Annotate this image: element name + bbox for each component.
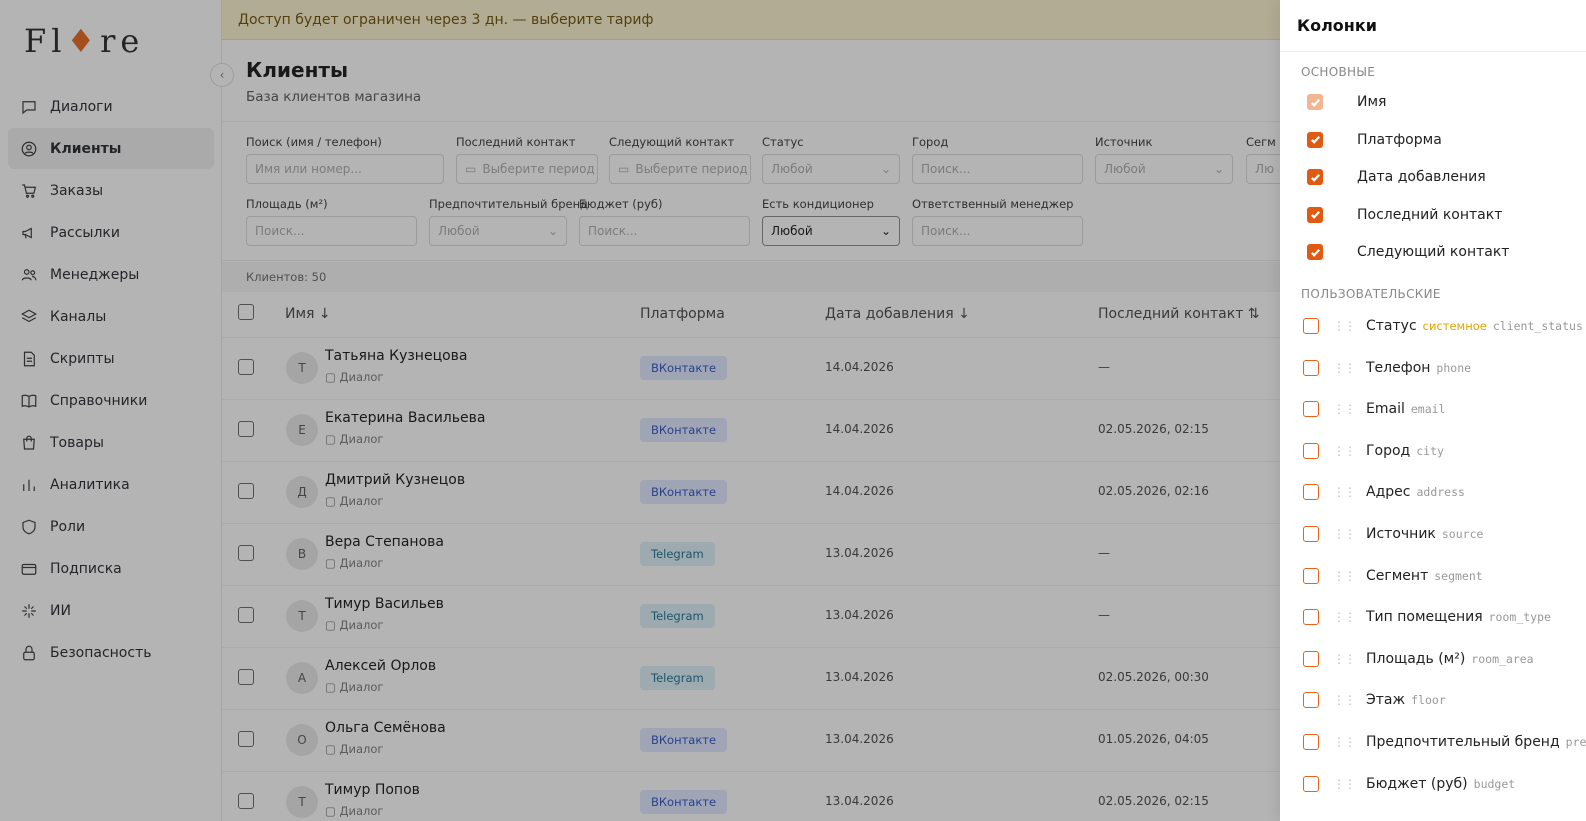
column-key: budget — [1473, 776, 1516, 791]
section-custom-title: ПОЛЬЗОВАТЕЛЬСКИЕ — [1301, 287, 1441, 301]
custom-column-option[interactable]: ⋮⋮ Этаж floor — [1280, 681, 1586, 719]
column-option-label: Этаж — [1366, 692, 1406, 709]
column-checkbox[interactable] — [1303, 650, 1319, 667]
column-checkbox[interactable] — [1303, 567, 1319, 584]
system-badge: системное — [1422, 319, 1487, 333]
column-checkbox[interactable] — [1303, 692, 1319, 709]
column-key: client_status — [1492, 319, 1583, 333]
column-checkbox[interactable] — [1303, 318, 1319, 334]
custom-column-option[interactable]: ⋮⋮ Адрес address — [1280, 473, 1586, 511]
section-basic-title: ОСНОВНЫЕ — [1301, 65, 1376, 79]
column-key: room_area — [1471, 651, 1534, 666]
column-option-label: Тип помещения — [1366, 609, 1483, 626]
column-option-label: Дата добавления — [1357, 169, 1486, 185]
column-option-label: Адрес — [1366, 484, 1411, 501]
custom-column-option[interactable]: ⋮⋮ Источник source — [1280, 515, 1586, 553]
column-checkbox[interactable] — [1303, 526, 1319, 542]
drag-handle-icon[interactable]: ⋮⋮ — [1333, 485, 1356, 499]
column-checkbox[interactable] — [1307, 169, 1323, 185]
custom-column-option[interactable]: ⋮⋮ Сегмент segment — [1280, 557, 1586, 595]
column-checkbox[interactable] — [1303, 609, 1319, 626]
column-checkbox[interactable] — [1303, 442, 1319, 459]
column-checkbox[interactable] — [1303, 484, 1319, 501]
drag-handle-icon[interactable]: ⋮⋮ — [1333, 777, 1356, 791]
check-icon — [1310, 98, 1320, 107]
column-checkbox[interactable] — [1303, 359, 1319, 376]
column-checkbox — [1307, 94, 1323, 110]
custom-column-option[interactable]: ⋮⋮ Бюджет (руб) budget — [1280, 765, 1586, 803]
column-key: address — [1416, 485, 1465, 500]
column-key: email — [1410, 402, 1446, 417]
custom-column-option[interactable]: ⋮⋮ Email email — [1280, 390, 1586, 428]
drag-handle-icon[interactable]: ⋮⋮ — [1333, 444, 1356, 458]
column-option-label: Сегмент — [1366, 567, 1429, 584]
drag-handle-icon[interactable]: ⋮⋮ — [1333, 735, 1356, 749]
column-option[interactable]: Последний контакт — [1280, 196, 1586, 234]
drag-handle-icon[interactable]: ⋮⋮ — [1333, 361, 1356, 375]
column-key: room_type — [1488, 610, 1551, 625]
modal-overlay[interactable] — [0, 0, 1280, 821]
column-option-label: Город — [1366, 442, 1411, 459]
column-option-label: Предпочтительный бренд — [1366, 734, 1560, 750]
column-key: phone — [1436, 360, 1472, 375]
drag-handle-icon[interactable]: ⋮⋮ — [1333, 527, 1356, 541]
drag-handle-icon[interactable]: ⋮⋮ — [1333, 319, 1356, 333]
column-option-label: Имя — [1357, 94, 1387, 110]
custom-column-option[interactable]: ⋮⋮ Телефон phone — [1280, 349, 1586, 387]
column-option[interactable]: Дата добавления — [1280, 158, 1586, 196]
column-option-label: Телефон — [1366, 359, 1431, 376]
column-checkbox[interactable] — [1307, 131, 1323, 148]
column-option-label: Бюджет (руб) — [1366, 775, 1468, 792]
custom-column-option[interactable]: ⋮⋮ Площадь (м²) room_area — [1280, 640, 1586, 678]
check-icon — [1310, 136, 1320, 144]
columns-drawer: Колонки ОСНОВНЫЕ Имя Платформа Дата добавл… — [1280, 0, 1586, 821]
column-key: source — [1441, 527, 1484, 541]
check-icon — [1310, 211, 1320, 219]
column-key: preferred — [1565, 735, 1586, 749]
column-checkbox[interactable] — [1307, 244, 1323, 260]
custom-column-option[interactable]: ⋮⋮ Город city — [1280, 432, 1586, 470]
drag-handle-icon[interactable]: ⋮⋮ — [1333, 402, 1356, 416]
column-checkbox[interactable] — [1303, 401, 1319, 418]
column-option-label: Платформа — [1357, 131, 1442, 148]
column-option[interactable]: Имя — [1280, 83, 1586, 121]
column-option-label: Источник — [1366, 526, 1436, 542]
drag-handle-icon[interactable]: ⋮⋮ — [1333, 610, 1356, 624]
custom-column-option[interactable]: ⋮⋮ Предпочтительный бренд preferred — [1280, 723, 1586, 761]
column-option[interactable]: Платформа — [1280, 121, 1586, 159]
column-key: city — [1416, 443, 1444, 458]
column-option-label: Следующий контакт — [1357, 244, 1510, 260]
column-option-label: Статус — [1366, 318, 1417, 334]
check-icon — [1310, 248, 1320, 257]
column-checkbox[interactable] — [1303, 734, 1319, 750]
column-option-label: Площадь (м²) — [1366, 650, 1466, 667]
column-key: segment — [1434, 568, 1483, 583]
column-option-label: Email — [1366, 401, 1405, 418]
column-checkbox[interactable] — [1307, 206, 1323, 223]
drag-handle-icon[interactable]: ⋮⋮ — [1333, 652, 1356, 666]
column-option-label: Последний контакт — [1357, 206, 1503, 223]
column-key: floor — [1411, 693, 1446, 708]
custom-column-option[interactable]: ⋮⋮ Тип помещения room_type — [1280, 598, 1586, 636]
column-option[interactable]: Следующий контакт — [1280, 233, 1586, 271]
custom-column-option[interactable]: ⋮⋮ Статус системное client_status — [1280, 307, 1586, 345]
column-checkbox[interactable] — [1303, 775, 1319, 792]
drawer-title: Колонки — [1280, 0, 1586, 52]
check-icon — [1310, 173, 1320, 182]
drag-handle-icon[interactable]: ⋮⋮ — [1333, 693, 1356, 707]
drag-handle-icon[interactable]: ⋮⋮ — [1333, 569, 1356, 583]
